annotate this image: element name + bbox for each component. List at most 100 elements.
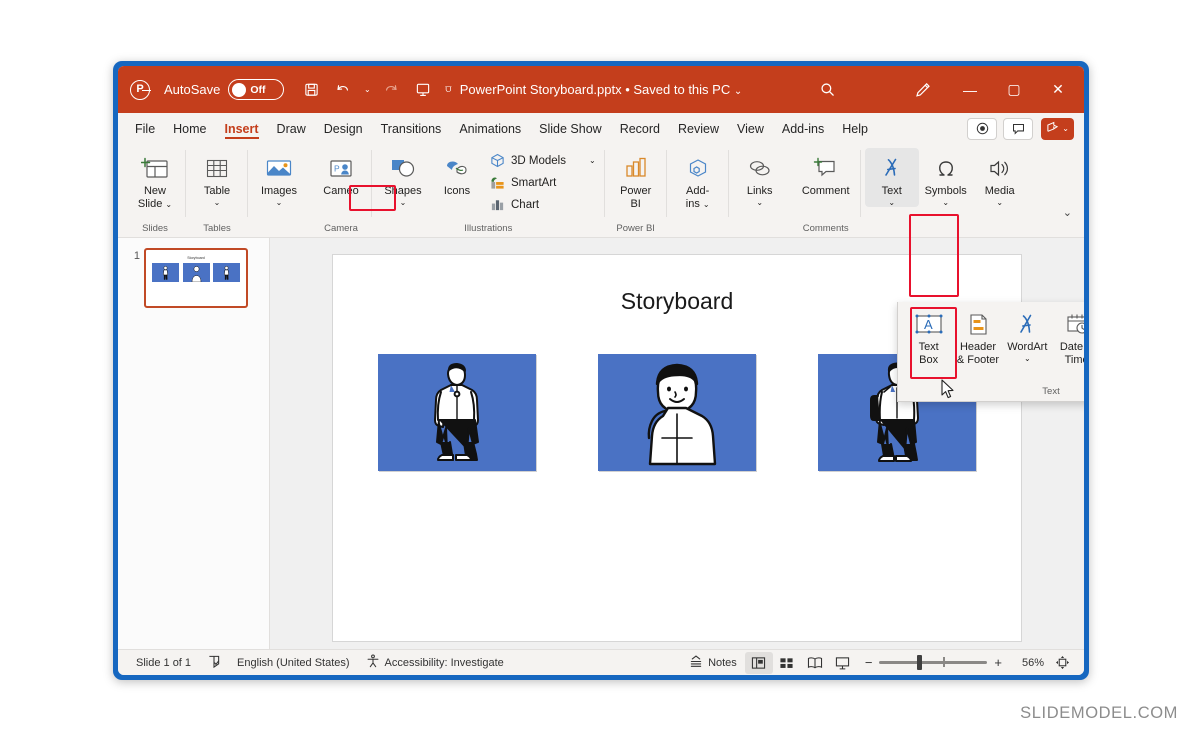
present-icon[interactable]: [408, 75, 438, 105]
header-footer-label-1: Header: [960, 341, 996, 354]
title-chevron-down-icon[interactable]: ⌄: [734, 86, 742, 97]
tab-home[interactable]: Home: [164, 118, 215, 140]
3d-models-button[interactable]: 3D Models ⌄: [484, 150, 601, 171]
text-dropdown-group-label: Text: [898, 384, 1084, 401]
slide-thumbnail-1[interactable]: Storyboard: [144, 248, 248, 308]
cameo-icon: P: [327, 152, 355, 182]
text-button[interactable]: Text ⌄: [865, 148, 919, 207]
header-footer-button[interactable]: Header & Footer: [953, 307, 1002, 367]
undo-icon[interactable]: [328, 75, 358, 105]
undo-chevron-icon[interactable]: ⌄: [360, 75, 374, 105]
fit-to-window-button[interactable]: [1048, 652, 1076, 674]
zoom-slider[interactable]: [879, 661, 987, 664]
pen-icon[interactable]: [904, 73, 942, 107]
save-icon[interactable]: [296, 75, 326, 105]
comment-button[interactable]: Comment: [795, 148, 857, 198]
header-footer-label-2: & Footer: [957, 354, 999, 367]
zoom-out-button[interactable]: −: [863, 655, 875, 670]
tab-slide-show[interactable]: Slide Show: [530, 118, 611, 140]
ribbon-group-links: Links ⌄: [729, 144, 791, 237]
slide-count[interactable]: Slide 1 of 1: [128, 652, 199, 674]
record-circle-icon[interactable]: [967, 118, 997, 140]
autosave-knob: [232, 83, 246, 97]
tab-review[interactable]: Review: [669, 118, 728, 140]
cameo-button[interactable]: P Cameo: [314, 148, 368, 198]
slide-image-2[interactable]: [598, 354, 756, 471]
tab-draw[interactable]: Draw: [268, 118, 315, 140]
chart-icon: [489, 196, 506, 213]
add-ins-button[interactable]: Add- ins ⌄: [671, 148, 725, 211]
comment-icon: [812, 152, 840, 182]
symbols-button[interactable]: Symbols ⌄: [919, 148, 973, 207]
tab-add-ins[interactable]: Add-ins: [773, 118, 833, 140]
tab-design[interactable]: Design: [315, 118, 372, 140]
chevron-down-icon[interactable]: ⌄: [589, 157, 596, 165]
svg-text:P: P: [334, 164, 340, 174]
smartart-button[interactable]: SmartArt: [484, 172, 601, 193]
main-area: 1 Storyboard: [118, 238, 1084, 649]
reading-view-button[interactable]: [801, 652, 829, 674]
autosave-state-label: Off: [250, 84, 265, 96]
tab-help[interactable]: Help: [833, 118, 877, 140]
images-icon: [264, 152, 294, 182]
ribbon-collapse-chevron-down-icon[interactable]: ⌄: [1063, 206, 1072, 219]
zoom-in-button[interactable]: +: [992, 655, 1004, 670]
zoom-slider-thumb[interactable]: [917, 655, 922, 670]
more-commands-icon[interactable]: ⩌: [440, 75, 456, 105]
slide-show-button[interactable]: [829, 652, 857, 674]
zoom-level-label[interactable]: 56%: [1010, 657, 1044, 669]
ribbon-group-images: Images ⌄: [248, 144, 310, 237]
chevron-down-icon: ⌄: [942, 199, 949, 207]
slide-editor: Storyboard: [270, 238, 1084, 649]
close-button[interactable]: ✕: [1036, 69, 1080, 111]
chart-button[interactable]: Chart: [484, 194, 601, 215]
date-time-button[interactable]: Date & Time: [1052, 307, 1084, 367]
new-slide-icon: [141, 152, 169, 182]
comment-bubble-icon[interactable]: [1003, 118, 1033, 140]
tab-transitions[interactable]: Transitions: [372, 118, 451, 140]
links-button[interactable]: Links ⌄: [733, 148, 787, 207]
accessibility-notes-icon: [207, 655, 221, 671]
3d-models-label: 3D Models: [511, 155, 566, 167]
group-label-add-ins: [671, 220, 725, 237]
media-button[interactable]: Media ⌄: [973, 148, 1027, 207]
notes-button[interactable]: Notes: [681, 652, 745, 674]
new-slide-label-2: Slide: [138, 198, 162, 211]
header-footer-icon: [964, 310, 992, 338]
slide-image-1[interactable]: [378, 354, 536, 471]
tab-insert[interactable]: Insert: [216, 118, 268, 140]
shapes-label: Shapes: [384, 185, 421, 198]
tab-animations[interactable]: Animations: [450, 118, 530, 140]
group-label-text: [865, 220, 1027, 237]
images-button[interactable]: Images ⌄: [252, 148, 306, 207]
slide-count-label: Slide 1 of 1: [136, 657, 191, 669]
tab-file[interactable]: File: [126, 118, 164, 140]
share-chevron-down-icon: ⌄: [1062, 124, 1069, 133]
document-title[interactable]: PowerPoint Storyboard.pptx • Saved to th…: [460, 82, 730, 97]
maximize-button[interactable]: ▢: [992, 69, 1036, 111]
language-indicator[interactable]: English (United States): [229, 652, 358, 674]
normal-view-button[interactable]: [745, 652, 773, 674]
power-bi-button[interactable]: Power BI: [609, 148, 663, 211]
group-label-comments: Comments: [795, 220, 857, 237]
table-button[interactable]: Table ⌄: [190, 148, 244, 207]
icons-button[interactable]: Icons: [430, 148, 484, 198]
share-button[interactable]: ⌄: [1041, 118, 1074, 140]
new-slide-button[interactable]: New Slide ⌄: [128, 148, 182, 211]
group-label-slides: Slides: [128, 220, 182, 237]
text-label: Text: [882, 185, 902, 198]
minimize-button[interactable]: —: [948, 69, 992, 111]
media-speaker-icon: [986, 152, 1014, 182]
spell-check-button[interactable]: [199, 652, 229, 674]
group-label-illustrations: Illustrations: [376, 220, 601, 237]
shapes-button[interactable]: Shapes ⌄: [376, 148, 430, 207]
search-icon[interactable]: [810, 75, 844, 105]
ribbon-group-slides: New Slide ⌄ Slides: [124, 144, 186, 237]
accessibility-status[interactable]: Accessibility: Investigate: [358, 652, 512, 674]
text-box-button[interactable]: A Text Box: [904, 307, 953, 367]
wordart-button[interactable]: WordArt ⌄: [1003, 307, 1052, 363]
tab-record[interactable]: Record: [611, 118, 669, 140]
autosave-toggle[interactable]: Off: [228, 79, 284, 100]
tab-view[interactable]: View: [728, 118, 773, 140]
slide-sorter-button[interactable]: [773, 652, 801, 674]
